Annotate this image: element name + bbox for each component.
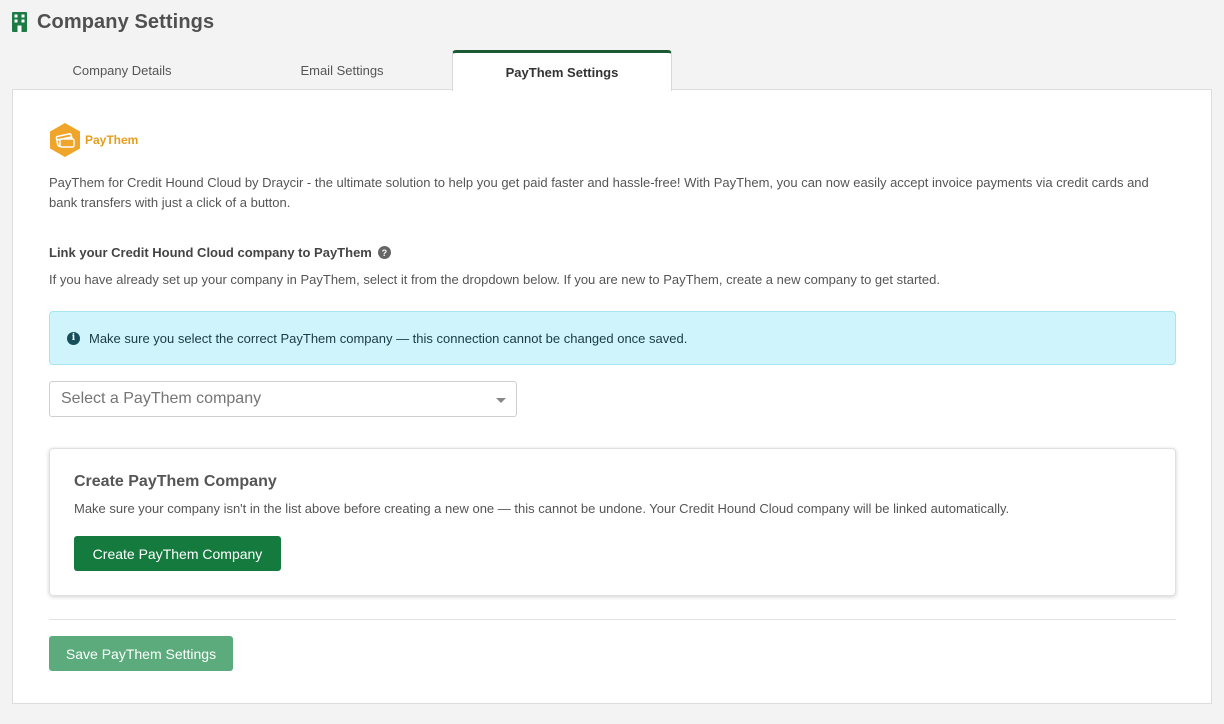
link-company-heading-text: Link your Credit Hound Cloud company to … (49, 245, 372, 260)
create-company-description: Make sure your company isn't in the list… (74, 501, 1010, 516)
select-placeholder: Select a PayThem company (61, 390, 262, 407)
save-paythem-settings-button[interactable]: Save PayThem Settings (49, 636, 233, 671)
tab-email-settings[interactable]: Email Settings (232, 50, 452, 90)
page-header: Company Settings (12, 8, 214, 36)
paythem-logo-text: PayThem (85, 133, 139, 147)
info-icon: i (67, 331, 80, 345)
paythem-intro-text: PayThem for Credit Hound Cloud by Drayci… (49, 175, 1149, 210)
create-company-title: Create PayThem Company (74, 473, 277, 490)
tab-paythem-settings[interactable]: PayThem Settings (452, 50, 672, 91)
paythem-settings-panel: PayThem PayThem for Credit Hound Cloud b… (12, 89, 1212, 704)
info-alert: i Make sure you select the correct PayTh… (49, 311, 1176, 365)
tab-company-details[interactable]: Company Details (12, 50, 232, 90)
link-company-heading: Link your Credit Hound Cloud company to … (49, 245, 391, 260)
paythem-company-select[interactable]: Select a PayThem company (49, 381, 517, 417)
create-paythem-company-button[interactable]: Create PayThem Company (74, 536, 281, 571)
link-company-description: If you have already set up your company … (49, 272, 940, 287)
building-icon (12, 12, 27, 32)
page-title: Company Settings (37, 10, 215, 33)
help-icon[interactable]: ? (377, 246, 391, 259)
create-company-card: Create PayThem Company Make sure your co… (49, 448, 1176, 596)
divider (49, 619, 1176, 620)
paythem-logo: PayThem (49, 122, 138, 158)
paythem-logo-icon (50, 123, 80, 157)
company-settings-page: Company Settings Company Details Email S… (0, 0, 1224, 724)
chevron-down-icon (496, 398, 506, 403)
info-alert-text: Make sure you select the correct PayThem… (89, 330, 688, 346)
